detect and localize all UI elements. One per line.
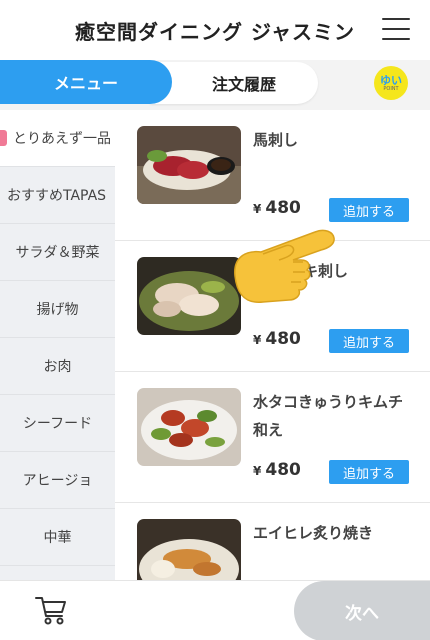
menu-item-name: 水タコきゅうりキムチ和え bbox=[253, 393, 404, 439]
bottom-bar: 次へ bbox=[0, 580, 430, 640]
add-to-order-button[interactable]: 追加する bbox=[329, 198, 409, 222]
menu-item-card[interactable]: 水タコきゅうりキムチ和え ¥480 追加する bbox=[115, 372, 430, 503]
menu-item-price: ¥480 bbox=[253, 198, 301, 218]
yui-point-logo[interactable]: ゆい POINT bbox=[374, 66, 408, 100]
yen-sign: ¥ bbox=[253, 464, 262, 478]
sidebar-item-seafood[interactable]: シーフード bbox=[0, 395, 115, 452]
price-value: 480 bbox=[265, 329, 301, 349]
cart-icon[interactable] bbox=[34, 594, 68, 626]
menu-item-price: ¥480 bbox=[253, 460, 301, 480]
menu-list: 馬刺し ¥480 追加する タタキ刺し ¥480 追加する 水タコきゅうりキムチ… bbox=[115, 110, 430, 580]
tab-menu[interactable]: メニュー bbox=[0, 60, 172, 104]
sidebar-item-label: とりあえず一品 bbox=[13, 131, 111, 147]
sidebar-item-label: シーフード bbox=[22, 416, 93, 432]
food-photo-tataki bbox=[137, 257, 241, 335]
sidebar-item-label: 揚げ物 bbox=[36, 302, 79, 318]
tab-bar: 注文履歴 メニュー ゆい POINT bbox=[0, 60, 430, 110]
menu-item-name: エイヒレ炙り焼き bbox=[253, 524, 374, 542]
sidebar-item-meat[interactable]: お肉 bbox=[0, 338, 115, 395]
tab-order-history[interactable]: 注文履歴 bbox=[150, 62, 318, 104]
food-photo-octopus-kimchi bbox=[137, 388, 241, 466]
sidebar-item-label: アヒージョ bbox=[22, 473, 93, 489]
food-photo-horse-sashimi bbox=[137, 126, 241, 204]
sidebar-item-tapas[interactable]: おすすめTAPAS bbox=[0, 167, 115, 224]
category-sidebar: とりあえず一品 おすすめTAPAS サラダ＆野菜 揚げ物 お肉 シーフード アヒ… bbox=[0, 110, 115, 580]
food-photo-eihire bbox=[137, 519, 241, 580]
app-root: 癒空間ダイニング ジャスミン 注文履歴 メニュー ゆい POINT とりあえず一… bbox=[0, 0, 430, 640]
logo-text: ゆい bbox=[380, 73, 402, 87]
sidebar-item-label: サラダ＆野菜 bbox=[15, 245, 100, 261]
sidebar-item-label: お肉 bbox=[43, 359, 72, 375]
page-title: 癒空間ダイニング ジャスミン bbox=[75, 19, 355, 44]
sidebar-item-chinese[interactable]: 中華 bbox=[0, 509, 115, 566]
next-button[interactable]: 次へ bbox=[294, 581, 430, 640]
menu-item-name: タタキ刺し bbox=[273, 262, 349, 280]
menu-item-card[interactable]: タタキ刺し ¥480 追加する bbox=[115, 241, 430, 372]
add-to-order-button[interactable]: 追加する bbox=[329, 329, 409, 353]
logo-subtext: POINT bbox=[383, 85, 399, 92]
menu-item-price: ¥480 bbox=[253, 329, 301, 349]
sidebar-item-ajillo[interactable]: アヒージョ bbox=[0, 452, 115, 509]
menu-item-card[interactable]: エイヒレ炙り焼き bbox=[115, 503, 430, 580]
sidebar-item-fried[interactable]: 揚げ物 bbox=[0, 281, 115, 338]
sidebar-item-label: おすすめTAPAS bbox=[7, 188, 107, 204]
yen-sign: ¥ bbox=[253, 202, 262, 216]
sidebar-item-label: 中華 bbox=[43, 530, 72, 546]
header-bar: 癒空間ダイニング ジャスミン bbox=[0, 0, 430, 60]
sidebar-item-toriaezu[interactable]: とりあえず一品 bbox=[0, 110, 115, 167]
hamburger-menu-icon[interactable] bbox=[382, 18, 410, 40]
sidebar-item-salad[interactable]: サラダ＆野菜 bbox=[0, 224, 115, 281]
yen-sign: ¥ bbox=[253, 333, 262, 347]
add-to-order-button[interactable]: 追加する bbox=[329, 460, 409, 484]
price-value: 480 bbox=[265, 460, 301, 480]
menu-item-card[interactable]: 馬刺し ¥480 追加する bbox=[115, 110, 430, 241]
menu-item-name: 馬刺し bbox=[253, 131, 299, 149]
active-marker bbox=[0, 130, 7, 146]
price-value: 480 bbox=[265, 198, 301, 218]
